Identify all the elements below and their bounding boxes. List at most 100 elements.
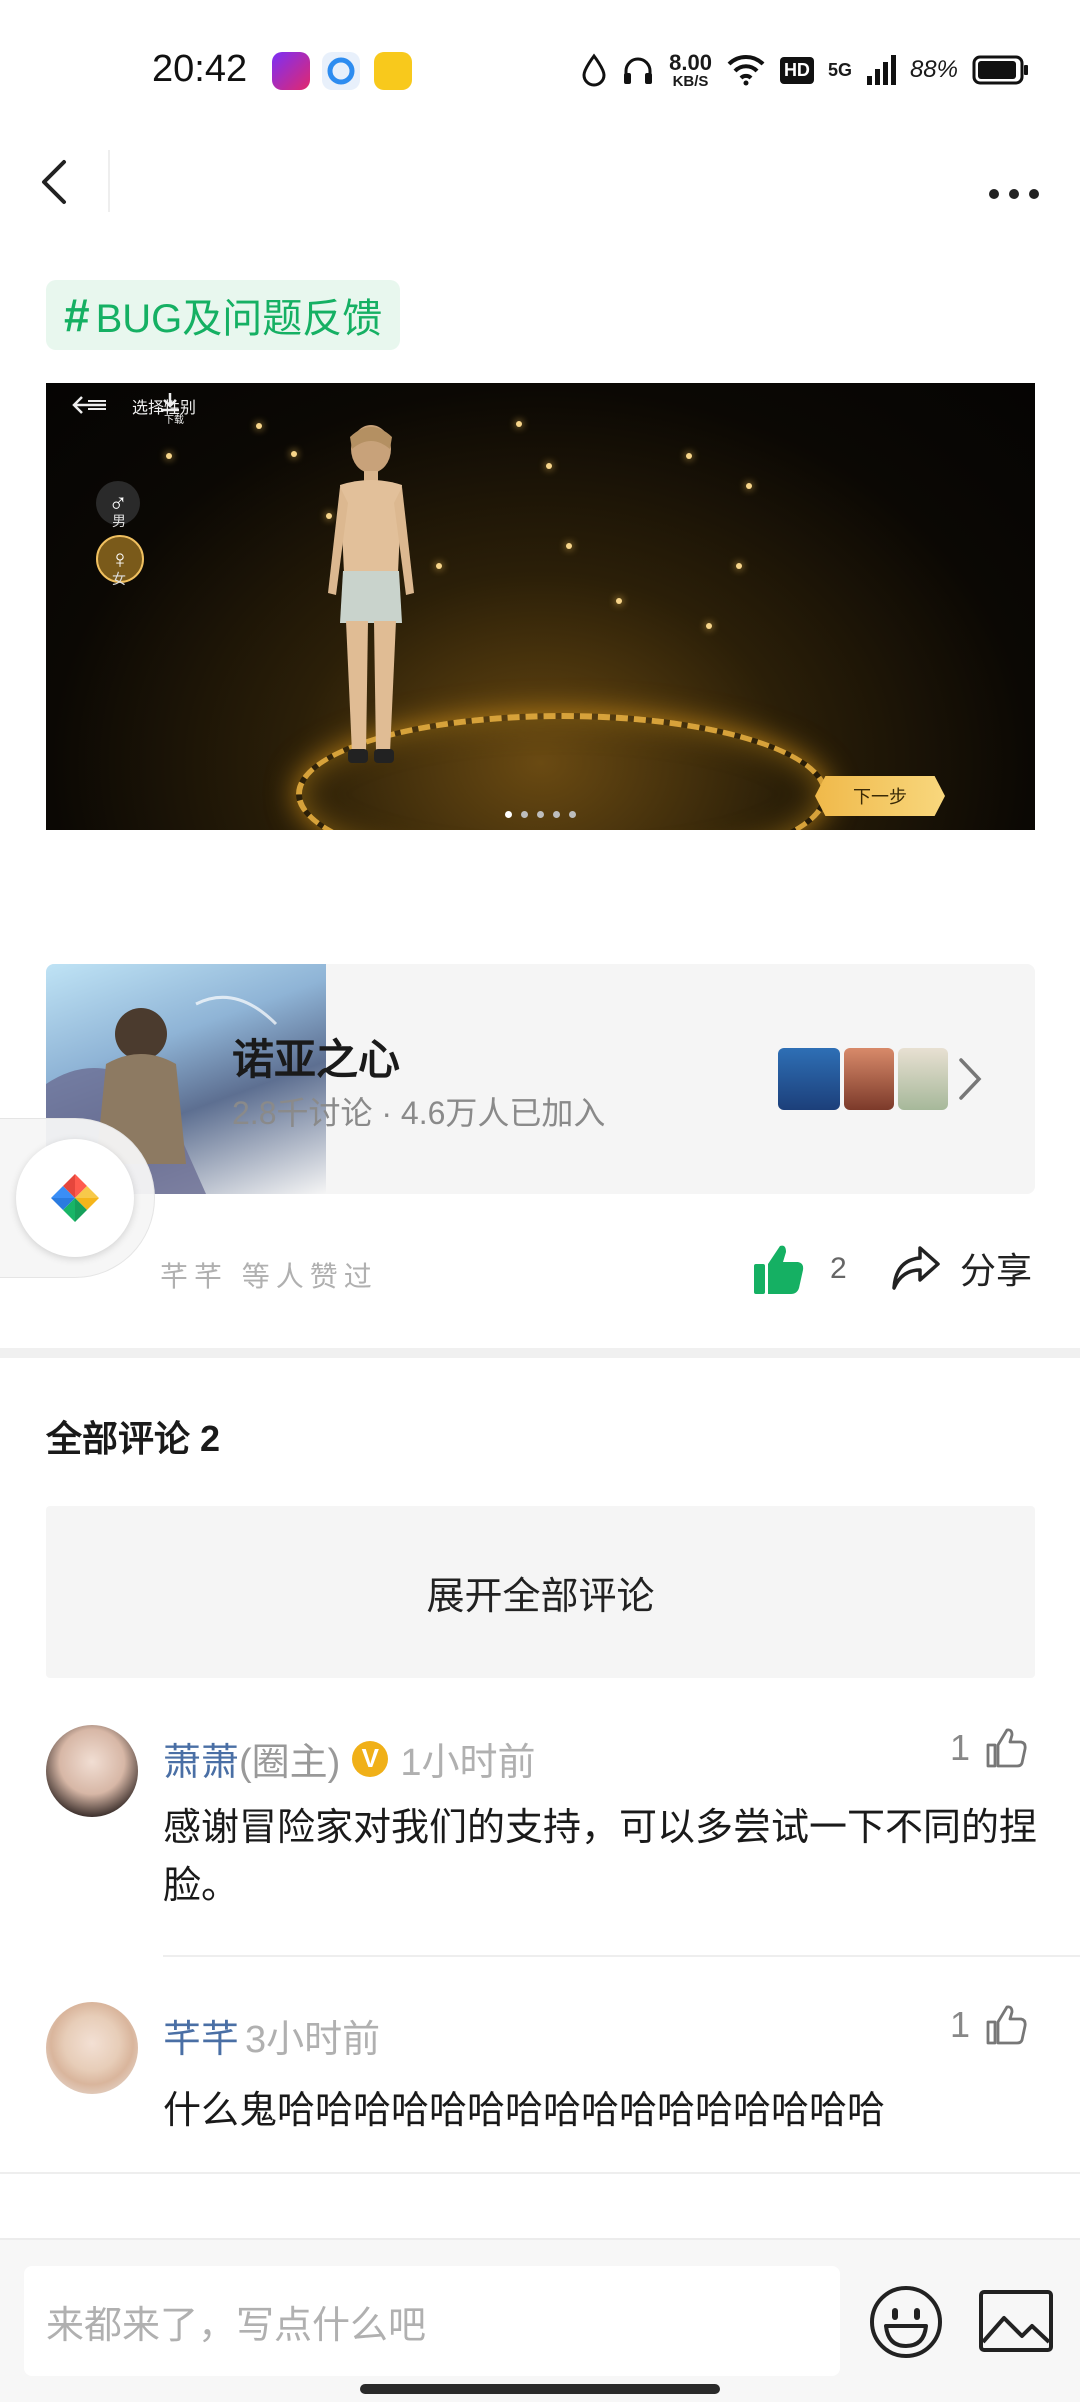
battery-icon [972,55,1028,85]
sparkle [291,451,297,457]
comment-item: 萧萧 (圈主) V 1小时前 1 感谢冒险家对我们的支持，可以多尝试一下不同的捏… [46,1725,1080,1925]
share-arrow-icon [892,1246,940,1290]
status-bar: 20:42 8.00 KB/S HD 5G 88% [0,0,1080,140]
back-button[interactable] [30,146,110,226]
chevron-right-icon [959,1058,982,1100]
download-label: 下载 [164,415,184,426]
comment-separator [0,2172,1080,2174]
comment-like-button[interactable]: 1 [950,2004,1028,2046]
thumbs-up-outline-icon [986,1728,1027,1768]
sparkle [566,543,572,549]
pager-dot [505,811,512,818]
video-app-icon [272,52,310,90]
comment-like-count: 1 [949,1727,970,1768]
pager-dot [537,811,544,818]
sparkle [546,463,552,469]
comment-like-button[interactable]: 1 [950,1727,1028,1769]
launcher-logo-icon [16,1139,134,1257]
like-count: 2 [830,1252,847,1285]
sparkle [166,453,172,459]
more-options-button[interactable] [980,158,1050,214]
avatar[interactable] [46,1725,138,1817]
next-step-button: 下一步 [815,776,945,816]
home-indicator [360,2384,720,2394]
pager-dot [521,811,528,818]
comment-header: 萧萧 (圈主) V 1小时前 [163,1731,535,1786]
share-label: 分享 [960,1250,1033,1291]
comment-like-count: 1 [949,2004,970,2045]
hd-badge: HD [779,56,814,84]
headphones-icon [624,57,653,84]
sparkle [516,421,522,427]
image-back-arrow-icon [72,396,106,414]
community-name: 诺亚之心 [232,1036,401,1083]
comment-time: 3小时前 [245,2019,381,2061]
pager-dot [553,811,560,818]
download-icon [161,393,179,412]
net-speed-value: 8.00 [669,49,712,75]
comment-text: 什么鬼哈哈哈哈哈哈哈哈哈哈哈哈哈哈哈哈 [163,2090,886,2132]
sparkle [706,623,712,629]
sparkle [256,423,262,429]
net-speed-unit: KB/S [672,72,709,90]
member-avatar [844,1048,894,1110]
hash-icon: # [64,289,90,341]
comment-username[interactable]: 萧萧 [163,1731,239,1786]
notes-app-icon [374,52,412,90]
signal-icon [866,55,896,85]
topic-tag[interactable]: # BUG及问题反馈 [46,280,401,350]
comments-title: 全部评论 2 [46,1418,221,1459]
network-type: 5G [827,59,852,80]
carousel-pager [46,811,1035,818]
male-label: 男 [112,513,126,529]
battery-percent: 88% [909,56,958,83]
sparkle [616,598,622,604]
top-nav [0,140,1080,270]
status-icons: 8.00 KB/S HD 5G 88% [581,48,1030,92]
browser-app-icon [322,52,360,90]
back-arrow-icon [42,160,66,204]
sparkle [746,483,752,489]
community-stats: 2.8千讨论 · 4.6万人已加入 [232,1095,606,1131]
comment-separator [163,1955,1080,1957]
nav-divider [108,150,110,212]
sparkle [686,453,692,459]
sparkle [436,563,442,569]
comment-role: (圈主) [239,1742,341,1784]
net-speed: 8.00 KB/S [669,49,712,90]
community-card[interactable]: 诺亚之心 2.8千讨论 · 4.6万人已加入 [46,964,1035,1194]
thumbs-up-filled-icon [754,1245,804,1294]
section-divider [0,1348,1080,1358]
comment-time: 1小时前 [400,1742,536,1784]
member-avatars [778,1048,948,1110]
floating-launcher-button[interactable] [0,1118,155,1278]
image-picker-icon[interactable] [978,2288,1054,2356]
emoji-icon[interactable] [868,2284,944,2360]
comment-composer-bar: 来都来了，写点什么吧 [0,2238,1080,2402]
comment-item: 芊芊 3小时前 1 什么鬼哈哈哈哈哈哈哈哈哈哈哈哈哈哈哈哈 [46,2002,1080,2162]
pager-dot [569,811,576,818]
comment-header: 芊芊 3小时前 [163,2008,380,2063]
liked-by-text: 芊芊 等人赞过 [160,1261,378,1292]
avatar[interactable] [46,2002,138,2094]
comment-input[interactable]: 来都来了，写点什么吧 [24,2266,840,2376]
member-avatar [898,1048,948,1110]
comment-input-placeholder: 来都来了，写点什么吧 [46,2304,427,2347]
member-avatar [778,1048,840,1110]
female-label: 女 [112,571,126,587]
character-model [328,425,414,763]
post-image-carousel[interactable]: 选择性别 下载 ♂ 男 ♀ 女 下一步 [46,383,1035,830]
verified-icon: V [352,1740,389,1777]
data-saver-icon [582,53,606,87]
sparkle [736,563,742,569]
topic-label: BUG及问题反馈 [95,297,383,341]
comment-text: 感谢冒险家对我们的支持，可以多尝试一下不同的捏脸。 [163,1807,1038,1907]
share-button[interactable]: 分享 [890,1242,1032,1294]
thumbs-up-outline-icon [986,2005,1027,2045]
status-time: 20:42 [152,48,248,90]
like-button[interactable]: 2 [752,1242,847,1296]
comment-username[interactable]: 芊芊 [163,2008,239,2063]
wifi-icon [727,54,765,86]
expand-comments-button[interactable]: 展开全部评论 [46,1506,1035,1678]
more-dots-icon [989,189,1039,199]
